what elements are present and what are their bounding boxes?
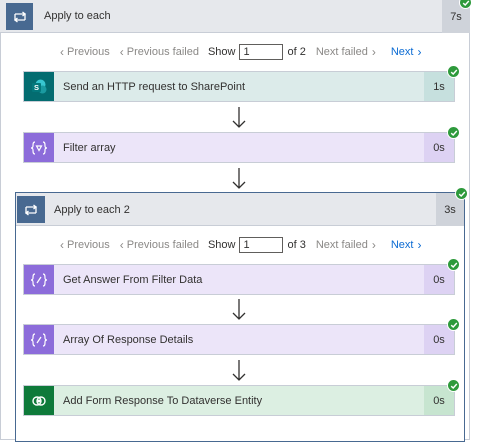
success-check-icon	[459, 0, 472, 9]
success-check-icon	[455, 187, 468, 200]
action-title: Get Answer From Filter Data	[63, 273, 203, 286]
data-operation-icon	[24, 265, 54, 294]
iteration-total: of 2	[287, 46, 306, 58]
loop-icon	[6, 3, 33, 30]
previous-failed-button[interactable]: Previous failed	[127, 239, 199, 251]
action-title: Array Of Response Details	[63, 333, 194, 346]
chevron-right-icon: ›	[371, 238, 376, 252]
action-card-filter-array[interactable]: Filter array 0s	[23, 132, 455, 163]
apply-to-each-2-title: Apply to each 2	[54, 204, 130, 216]
apply-to-each-title: Apply to each	[44, 10, 111, 22]
iteration-input[interactable]	[239, 237, 284, 253]
previous-button[interactable]: Previous	[67, 46, 110, 58]
iteration-input[interactable]	[239, 44, 284, 60]
success-check-icon	[447, 379, 460, 392]
action-title: Add Form Response To Dataverse Entity	[63, 394, 263, 407]
data-operation-icon	[24, 133, 54, 162]
chevron-left-icon: ‹	[60, 238, 64, 252]
chevron-right-icon: ›	[371, 45, 376, 59]
action-title: Filter array	[63, 141, 116, 154]
show-label: Show	[207, 239, 236, 251]
action-card-add-dataverse[interactable]: Add Form Response To Dataverse Entity 0s	[23, 385, 455, 416]
flow-arrow-icon	[232, 168, 246, 189]
chevron-left-icon: ‹	[119, 238, 124, 252]
action-card-get-answer[interactable]: Get Answer From Filter Data 0s	[23, 264, 455, 295]
outer-pager: ‹ Previous ‹ Previous failed Show of 2 N…	[60, 44, 424, 60]
show-label: Show	[207, 46, 236, 58]
inner-pager: ‹ Previous ‹ Previous failed Show of 3 N…	[60, 237, 424, 253]
success-check-icon	[447, 65, 460, 78]
next-button[interactable]: Next	[391, 239, 414, 251]
chevron-left-icon: ‹	[60, 45, 64, 59]
action-title: Send an HTTP request to SharePoint	[63, 80, 246, 93]
previous-button[interactable]: Previous	[67, 239, 110, 251]
flow-arrow-icon	[232, 299, 246, 320]
next-button[interactable]: Next	[391, 46, 414, 58]
chevron-right-icon: ›	[417, 45, 422, 59]
sharepoint-icon: S	[24, 72, 54, 101]
chevron-right-icon: ›	[417, 238, 422, 252]
data-operation-icon	[24, 325, 54, 354]
dataverse-icon	[24, 386, 54, 415]
action-card-array-of-response[interactable]: Array Of Response Details 0s	[23, 324, 455, 355]
previous-failed-button[interactable]: Previous failed	[127, 46, 199, 58]
flow-arrow-icon	[232, 107, 246, 128]
next-failed-button[interactable]: Next failed	[316, 239, 368, 251]
success-check-icon	[447, 258, 460, 271]
loop-icon	[17, 196, 45, 223]
next-failed-button[interactable]: Next failed	[316, 46, 368, 58]
flow-arrow-icon	[232, 360, 246, 381]
success-check-icon	[447, 126, 460, 139]
chevron-left-icon: ‹	[119, 45, 124, 59]
svg-text:S: S	[34, 83, 39, 92]
iteration-total: of 3	[287, 239, 306, 251]
success-check-icon	[447, 318, 460, 331]
action-card-sharepoint-http[interactable]: S Send an HTTP request to SharePoint 1s	[23, 71, 455, 102]
